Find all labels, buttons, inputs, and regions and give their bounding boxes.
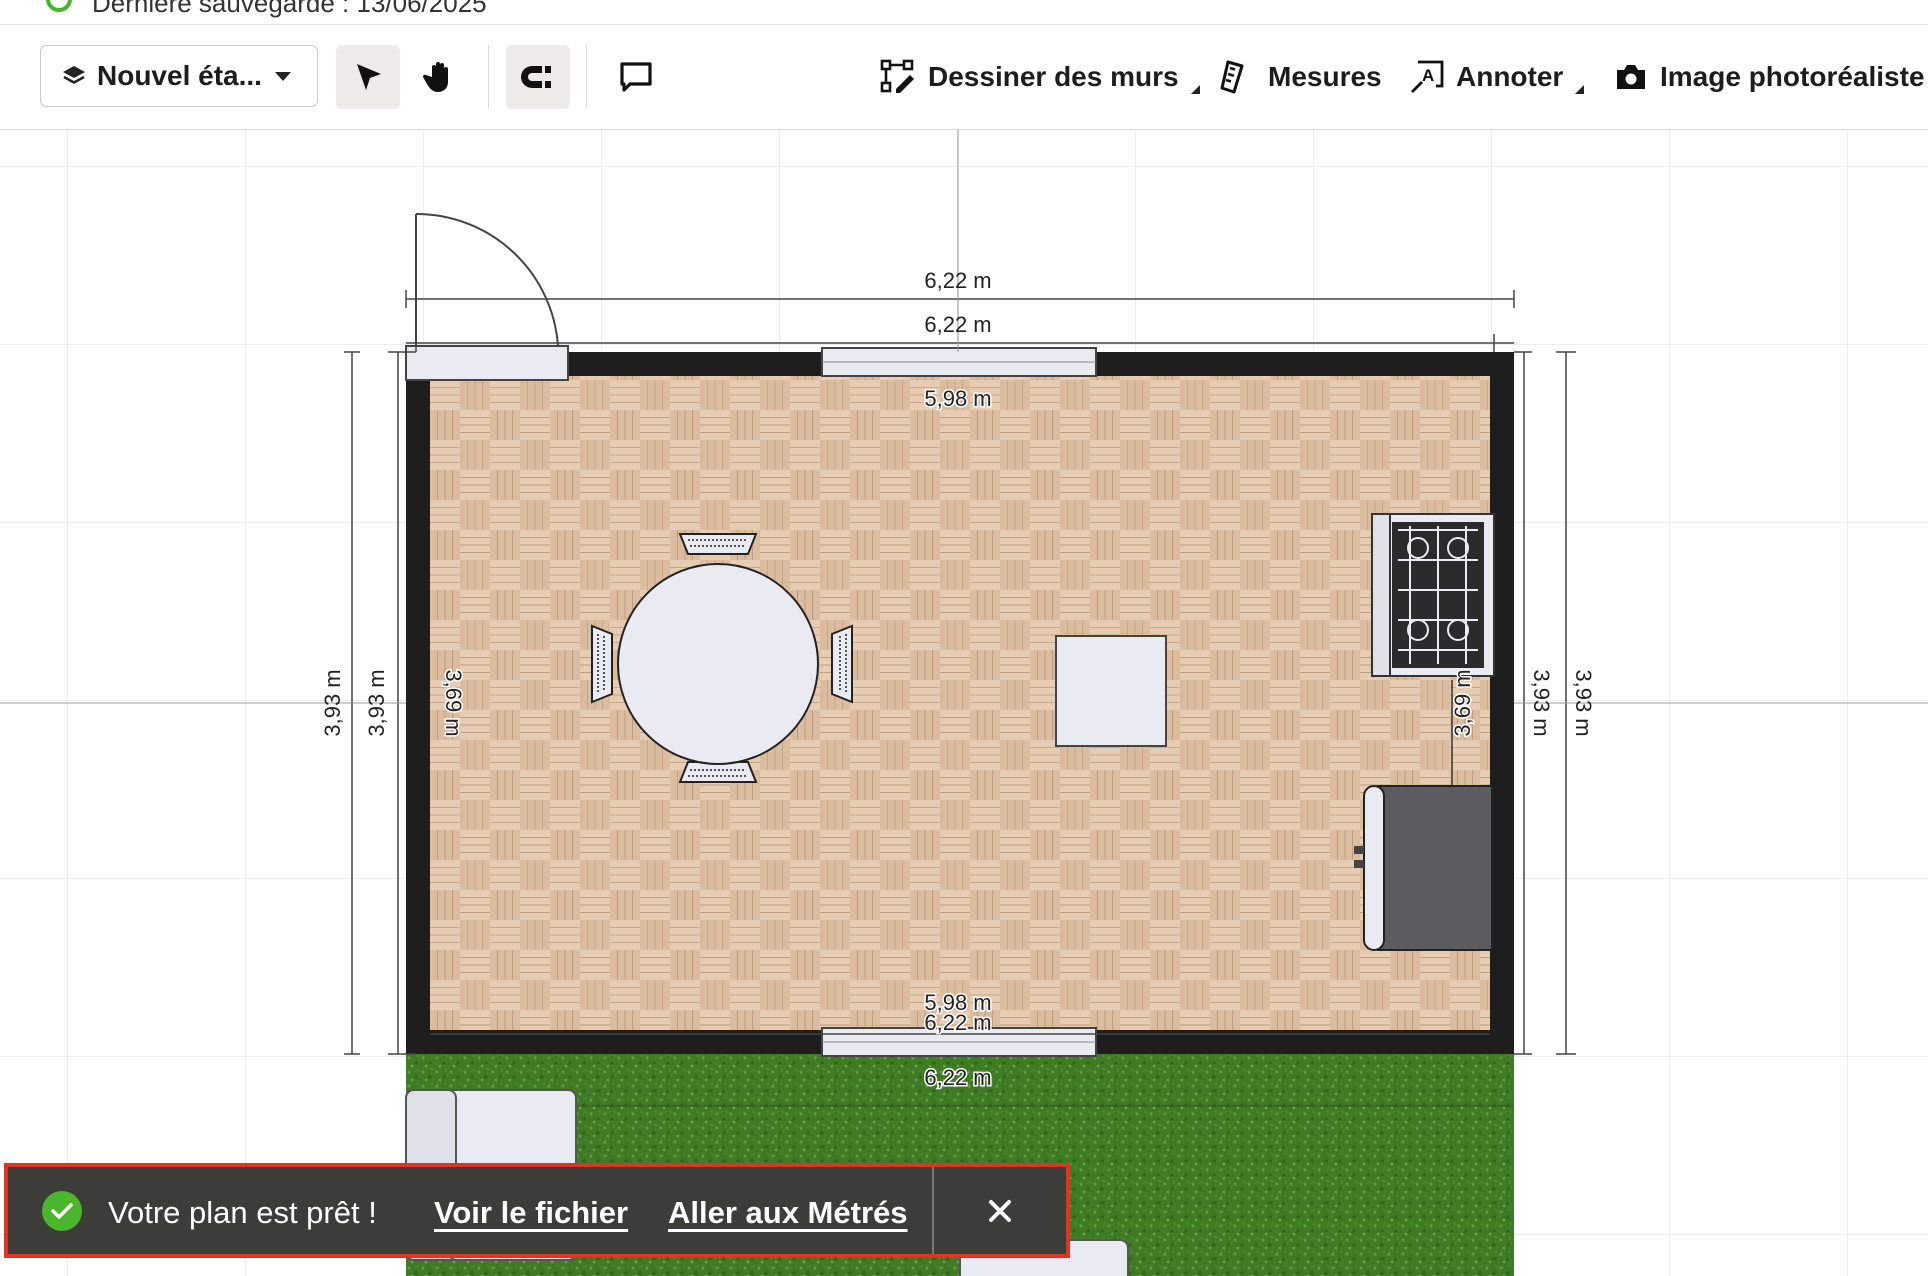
dimension-label-interior-top: 5,98 m <box>924 386 991 411</box>
toast-divider <box>932 1167 934 1254</box>
dimension-label-garden-width: 6,22 m <box>924 1065 991 1090</box>
ruler-icon <box>1220 60 1244 94</box>
kitchen-cabinet[interactable] <box>1354 785 1493 951</box>
save-check-icon <box>46 0 72 12</box>
draw-walls-label: Dessiner des murs <box>928 61 1179 92</box>
comment-tool-button[interactable] <box>604 45 668 109</box>
dimension-label-left-interior: 3,69 m <box>441 669 466 736</box>
gas-cooktop[interactable] <box>1371 513 1495 677</box>
magnet-icon <box>521 66 551 88</box>
close-icon <box>989 1200 1011 1222</box>
level-selector-label: Nouvel éta... <box>97 60 262 91</box>
square-table[interactable] <box>1055 635 1167 747</box>
submenu-corner-icon <box>1575 84 1585 94</box>
dining-chair[interactable] <box>678 533 758 555</box>
dimension-label-bottom-wall: 6,22 m <box>924 1010 991 1035</box>
photorealistic-image-button[interactable]: Image photoréaliste <box>1614 45 1925 109</box>
toolbar-separator <box>488 45 489 109</box>
toast-message: Votre plan est prêt ! <box>108 1195 377 1230</box>
camera-icon <box>1617 65 1645 89</box>
save-status-bar: Dernière sauvegarde : 13/06/2025 <box>0 0 1928 25</box>
room-floor[interactable] <box>430 376 1490 1030</box>
annotate-icon: A <box>1411 60 1444 93</box>
go-to-quantities-link[interactable]: Aller aux Métrés <box>668 1195 908 1231</box>
view-file-link[interactable]: Voir le fichier <box>434 1195 628 1231</box>
toast-close-button[interactable] <box>974 1185 1026 1237</box>
toolbar-separator <box>586 45 587 109</box>
select-tool-button[interactable] <box>336 45 400 109</box>
save-status-text: Dernière sauvegarde : 13/06/2025 <box>92 0 487 18</box>
measures-button[interactable]: Mesures <box>1218 45 1382 109</box>
layers-icon <box>61 64 91 88</box>
svg-text:A: A <box>1422 66 1434 85</box>
dimension-label-right-interior: 3,69 m <box>1450 669 1475 736</box>
draw-walls-icon <box>880 59 914 93</box>
cursor-arrow-icon <box>357 64 381 90</box>
pan-tool-button[interactable] <box>408 45 472 109</box>
dimension-label-left-inner: 3,93 m <box>364 669 389 736</box>
plan-ready-toast: Votre plan est prêt ! Voir le fichier Al… <box>4 1163 1070 1258</box>
comment-icon <box>620 62 652 92</box>
plan-canvas[interactable]: 6,22 m 6,22 m 5,98 m 3,93 m 3,93 m 3,69 … <box>0 130 1928 1276</box>
level-selector[interactable]: Nouvel éta... <box>40 45 318 107</box>
draw-walls-button[interactable]: Dessiner des murs <box>880 45 1200 109</box>
dimension-label-left-outer: 3,93 m <box>320 669 345 736</box>
dining-chair[interactable] <box>591 624 613 704</box>
photorealistic-image-label: Image photoréaliste <box>1660 61 1925 92</box>
editor-toolbar: Nouvel éta... Dessiner des murs Mesures … <box>0 25 1928 130</box>
door[interactable] <box>405 212 569 381</box>
magnet-toggle-button[interactable] <box>506 45 570 109</box>
measures-label: Mesures <box>1268 61 1382 92</box>
submenu-corner-icon <box>1190 84 1200 94</box>
dimension-label-outer-top: 6,22 m <box>924 268 991 293</box>
dimension-label-right-inner: 3,93 m <box>1529 669 1554 736</box>
annotate-label: Annoter <box>1456 61 1564 92</box>
annotate-button[interactable]: A Annoter <box>1410 45 1585 109</box>
dining-chair[interactable] <box>831 624 853 704</box>
dimension-label-inner-top: 6,22 m <box>924 312 991 337</box>
hand-icon <box>423 62 448 92</box>
dimension-label-right-outer: 3,93 m <box>1571 669 1596 736</box>
check-circle-icon <box>42 1191 82 1231</box>
chevron-down-icon <box>275 72 291 81</box>
